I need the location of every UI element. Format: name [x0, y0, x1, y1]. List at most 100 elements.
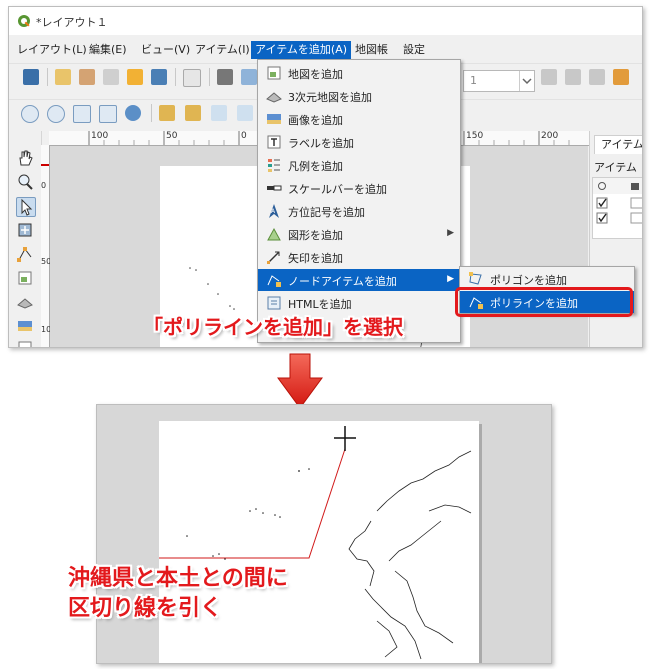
- group-items-icon[interactable]: [211, 105, 227, 121]
- next-feature-icon[interactable]: [541, 69, 557, 85]
- zoom-actual-icon[interactable]: [99, 105, 117, 123]
- toolbar-separator: [209, 68, 210, 86]
- arrow-icon: [267, 251, 280, 264]
- menu-layout[interactable]: レイアウト(L): [13, 41, 91, 59]
- ruler-label: 0: [41, 181, 47, 190]
- window-title: *レイアウト１: [36, 16, 108, 29]
- print-atlas-icon[interactable]: [589, 69, 605, 85]
- menu-atlas[interactable]: 地図帳: [351, 41, 392, 59]
- menu-item-add-arrow[interactable]: 矢印を追加: [258, 246, 460, 268]
- toolbar-separator: [151, 104, 152, 122]
- menu-item-add-label[interactable]: ラベルを追加: [258, 131, 460, 153]
- export-image-icon[interactable]: [241, 69, 257, 85]
- edit-nodes-icon[interactable]: [16, 245, 34, 263]
- menu-item-add-3d-map[interactable]: 3次元地図を追加: [258, 85, 460, 107]
- add-picture-tool-icon[interactable]: [16, 317, 34, 335]
- menu-item-add-picture[interactable]: 画像を追加: [258, 108, 460, 130]
- menu-item-label: 3次元地図を追加: [288, 91, 372, 104]
- menu-item-label: 方位記号を追加: [288, 206, 365, 219]
- menu-item-label: 矢印を追加: [288, 252, 343, 265]
- add-label-tool-icon[interactable]: [16, 339, 34, 347]
- add-map-tool-icon[interactable]: [16, 269, 34, 287]
- menu-item-label: スケールバーを追加: [288, 183, 387, 196]
- new-layout-icon[interactable]: [55, 69, 71, 85]
- map-icon: [267, 66, 281, 80]
- toolbox: [9, 131, 42, 347]
- menu-view[interactable]: ビュー(V): [137, 41, 194, 59]
- zoom-in-icon[interactable]: [21, 105, 39, 123]
- node-item-icon: [267, 275, 281, 287]
- label-icon: [267, 135, 281, 149]
- ungroup-items-icon[interactable]: [237, 105, 253, 121]
- result-canvas: [96, 404, 552, 664]
- select-tool-icon[interactable]: [16, 197, 36, 217]
- page-icon[interactable]: [183, 69, 201, 87]
- vertical-ruler: 0 50 100: [41, 145, 56, 347]
- export-atlas-icon[interactable]: [613, 69, 629, 85]
- html-icon: [267, 296, 281, 310]
- menu-add-item[interactable]: アイテムを追加(A): [251, 41, 352, 59]
- toolbar-separator: [175, 68, 176, 86]
- ruler-label: 50: [166, 131, 178, 141]
- open-folder-icon[interactable]: [127, 69, 143, 85]
- page-combobox[interactable]: 1: [463, 70, 535, 92]
- picture-icon: [267, 114, 281, 124]
- menu-item-label: ポリゴンを追加: [490, 274, 567, 287]
- save-template-icon[interactable]: [151, 69, 167, 85]
- menu-settings[interactable]: 設定: [399, 41, 429, 59]
- 3d-map-icon: [266, 92, 282, 103]
- zoom-full-icon[interactable]: [73, 105, 91, 123]
- qgis-logo-icon: [18, 15, 30, 27]
- submenu-arrow-icon: ▶: [447, 228, 454, 238]
- pan-hand-icon[interactable]: [16, 149, 34, 167]
- crosshair-icon: [334, 426, 356, 451]
- add-3d-map-tool-icon[interactable]: [16, 293, 34, 311]
- menu-item-label: 図形を追加: [288, 229, 343, 242]
- add-item-menu: 地図を追加 3次元地図を追加 画像を追加 ラベルを追加 凡例を追加 スケールバー…: [257, 59, 461, 343]
- layout-page: [159, 421, 479, 663]
- legend-icon: [268, 159, 280, 172]
- layout-manager-icon[interactable]: [103, 69, 119, 85]
- menu-item-add-scalebar[interactable]: スケールバーを追加: [258, 177, 460, 199]
- menu-items[interactable]: アイテム(I): [191, 41, 254, 59]
- ruler-label: 100: [91, 131, 109, 141]
- menu-edit[interactable]: 編集(E): [85, 41, 131, 59]
- down-arrow-icon: [277, 353, 323, 409]
- lock-items-icon[interactable]: [159, 105, 175, 121]
- items-table: [592, 177, 642, 239]
- unlock-items-icon[interactable]: [185, 105, 201, 121]
- ruler-label: 150: [466, 131, 484, 141]
- chevron-down-icon[interactable]: [519, 71, 534, 91]
- zoom-out-icon[interactable]: [47, 105, 65, 123]
- highlight-box: [455, 287, 633, 317]
- japan-map-icon: [159, 426, 472, 660]
- refresh-icon[interactable]: [125, 105, 141, 121]
- save-icon[interactable]: [23, 69, 39, 85]
- menu-item-add-map[interactable]: 地図を追加: [258, 62, 460, 84]
- title-bar: *レイアウト１: [9, 7, 642, 35]
- menu-item-add-north-arrow[interactable]: A 方位記号を追加: [258, 200, 460, 222]
- menu-item-add-node-item[interactable]: ノードアイテムを追加 ▶: [258, 269, 460, 291]
- tab-items[interactable]: アイテム: [594, 135, 642, 154]
- shape-icon: [267, 227, 281, 241]
- duplicate-layout-icon[interactable]: [79, 69, 95, 85]
- menu-item-label: 凡例を追加: [288, 160, 343, 173]
- north-arrow-icon: A: [269, 204, 279, 218]
- items-panel-title: アイテム: [594, 161, 637, 174]
- menu-item-label: 地図を追加: [288, 68, 343, 81]
- polygon-icon: [469, 272, 482, 285]
- menu-item-label: ノードアイテムを追加: [288, 275, 397, 288]
- menu-item-add-shape[interactable]: 図形を追加 ▶: [258, 223, 460, 245]
- menu-item-label: 画像を追加: [288, 114, 343, 127]
- ruler-label: 0: [241, 131, 247, 141]
- menu-item-label: ラベルを追加: [288, 137, 354, 150]
- menu-item-add-legend[interactable]: 凡例を追加: [258, 154, 460, 176]
- page-value: 1: [470, 74, 477, 87]
- move-content-icon[interactable]: [16, 221, 34, 239]
- caption-line: 区切り線を引く: [68, 596, 223, 621]
- print-icon[interactable]: [217, 69, 233, 85]
- submenu-arrow-icon: ▶: [447, 274, 454, 284]
- last-feature-icon[interactable]: [565, 69, 581, 85]
- zoom-tool-icon[interactable]: [16, 173, 34, 191]
- ruler-label: 200: [541, 131, 559, 141]
